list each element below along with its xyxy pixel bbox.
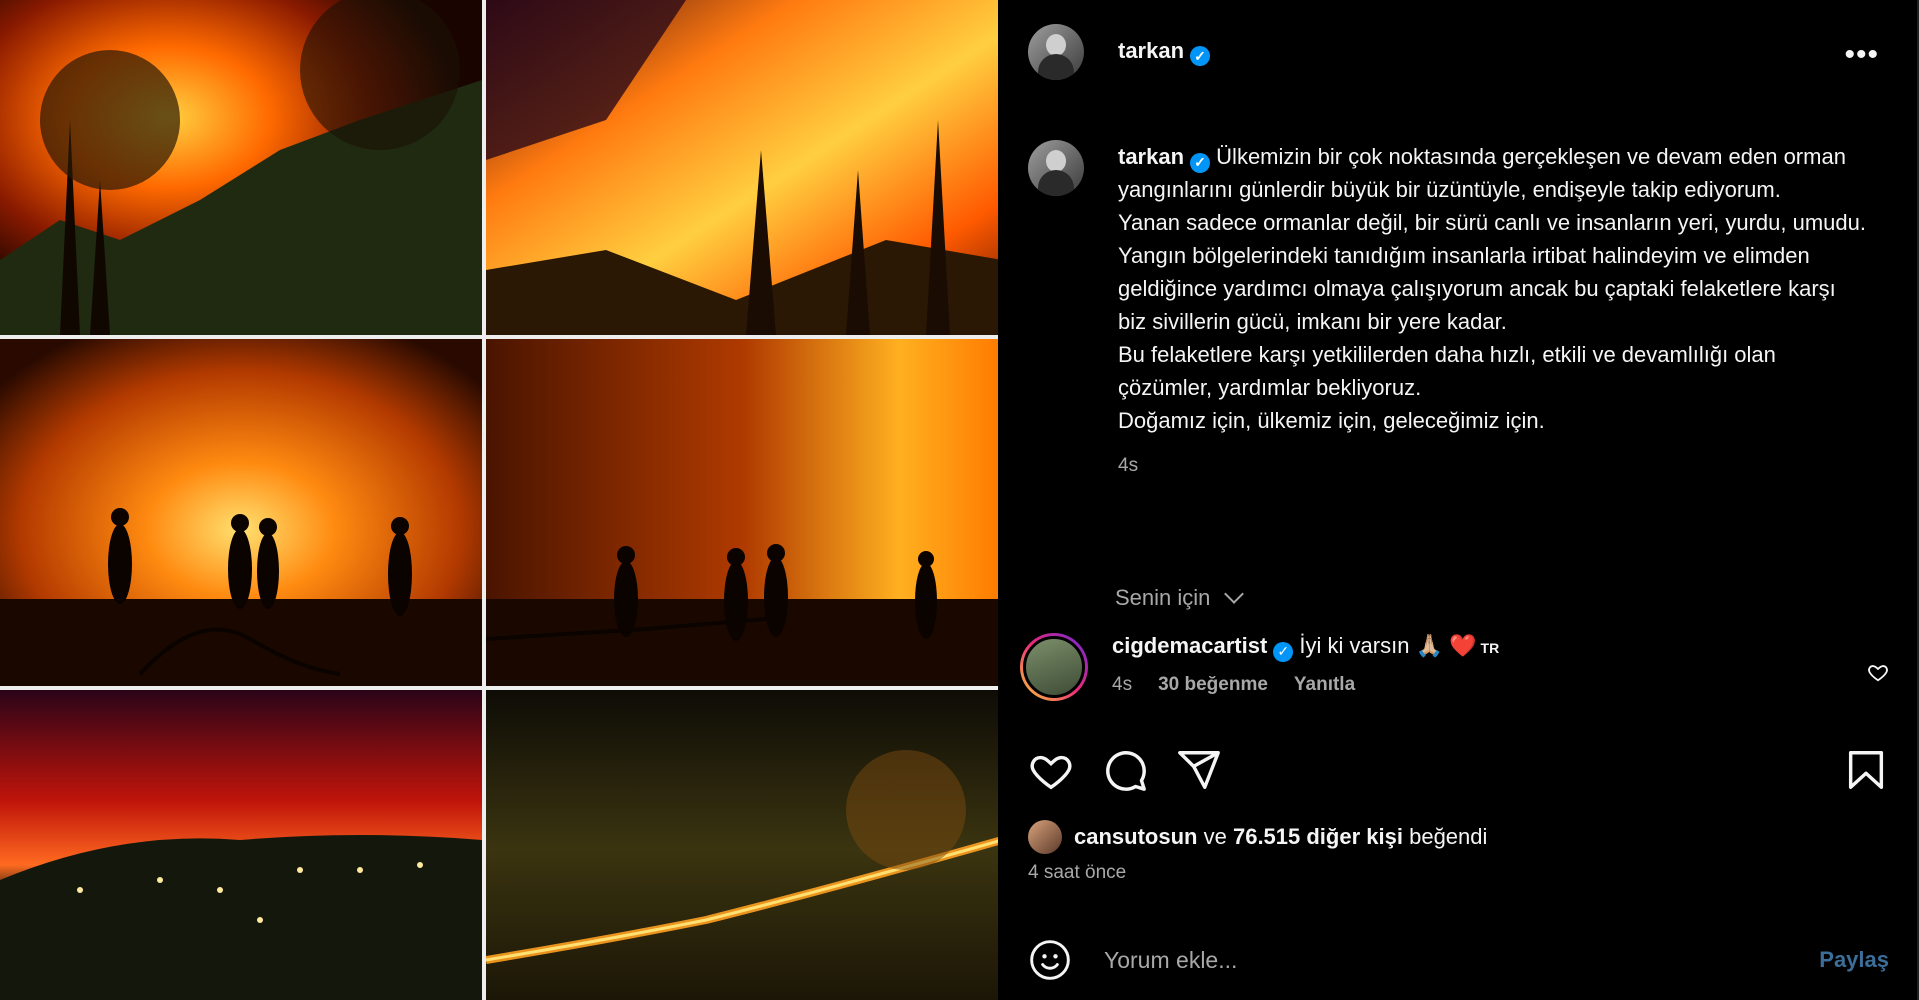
caption-author-avatar[interactable] — [1028, 140, 1084, 196]
post-caption: tarkan ✓ Ülkemizin bir çok noktasında ger… — [1028, 140, 1869, 482]
comment-time: 4s — [1112, 673, 1133, 695]
photo-firefighters-1 — [0, 339, 482, 686]
caption-line-3: Yangın bölgelerindeki tanıdığım insanlar… — [1118, 243, 1836, 334]
instagram-post-view: tarkan ✓ ••• tarkan ✓ Ülkemizin bir çok no… — [0, 0, 1919, 1000]
comment-filter-dropdown[interactable]: Senin için — [1115, 584, 1244, 611]
verified-badge-icon: ✓ — [1190, 152, 1211, 173]
caption-line-1: Ülkemizin bir çok noktasında gerçekleşen… — [1118, 144, 1846, 202]
comment-likes-count[interactable]: 30 beğenme — [1158, 674, 1268, 696]
author-avatar[interactable] — [1028, 24, 1084, 80]
flag-tr: TR — [1480, 640, 1500, 656]
photo-firefighters-2 — [486, 339, 998, 686]
comment-body: cigdemacartist ✓ İyi ki varsın 🙏🏼 ❤️ TR 4s… — [1112, 633, 1499, 707]
likes-summary: cansutosun ve 76.515 diğer kişi beğendi — [1028, 820, 1487, 854]
liker-username[interactable]: cansutosun — [1074, 824, 1197, 850]
chevron-down-icon — [1223, 584, 1244, 604]
commenter-username[interactable]: cigdemacartist — [1112, 633, 1267, 658]
post-header: tarkan ✓ ••• — [1028, 22, 1879, 82]
caption-line-5: Doğamız için, ülkemiz için, geleceğimiz … — [1118, 408, 1545, 433]
comment-filter-label: Senin için — [1115, 585, 1211, 610]
likes-count[interactable]: 76.515 diğer kişi — [1233, 824, 1403, 850]
post-details-panel: tarkan ✓ ••• tarkan ✓ Ülkemizin bir çok no… — [998, 0, 1919, 1000]
emoji-icon[interactable] — [1028, 938, 1072, 982]
more-options-button[interactable]: ••• — [1844, 38, 1879, 72]
bookmark-icon[interactable] — [1843, 747, 1889, 793]
post-action-bar — [1028, 745, 1889, 795]
share-icon[interactable] — [1176, 747, 1222, 793]
caption-line-2: Yanan sadece ormanlar değil, bir sürü ca… — [1118, 210, 1866, 235]
commenter-avatar[interactable] — [1020, 633, 1088, 701]
likes-connector: ve — [1203, 824, 1227, 849]
add-comment-bar: Paylaş — [1028, 935, 1889, 985]
comment-item: cigdemacartist ✓ İyi ki varsın 🙏🏼 ❤️ TR 4s… — [1020, 633, 1889, 707]
caption-text: tarkan ✓ Ülkemizin bir çok noktasında ger… — [1118, 140, 1869, 482]
comment-input[interactable] — [1102, 945, 1820, 975]
photo-forest-fire-2 — [486, 0, 998, 335]
comment-like-heart-icon[interactable] — [1867, 661, 1889, 683]
caption-timestamp[interactable]: 4s — [1118, 449, 1869, 482]
heart-icon[interactable] — [1028, 747, 1074, 793]
heart-emoji: ❤️ — [1449, 633, 1477, 658]
praying-hands-emoji: 🙏🏼 — [1415, 633, 1443, 658]
comment-icon[interactable] — [1102, 747, 1148, 793]
reply-button[interactable]: Yanıtla — [1294, 674, 1355, 696]
post-comment-button[interactable]: Paylaş — [1819, 947, 1889, 973]
author-username[interactable]: tarkan ✓ — [1118, 38, 1211, 67]
caption-author-username[interactable]: tarkan ✓ — [1118, 144, 1211, 173]
liker-avatar[interactable] — [1028, 820, 1062, 854]
likes-suffix: beğendi — [1409, 824, 1488, 849]
post-time-ago[interactable]: 4 saat önce — [1028, 862, 1126, 884]
photo-hillside-fire — [0, 690, 482, 1000]
verified-badge-icon: ✓ — [1190, 46, 1211, 67]
photo-forest-fire-1 — [0, 0, 482, 335]
post-media[interactable] — [0, 0, 998, 1000]
comment-text: İyi ki varsın — [1299, 633, 1410, 658]
photo-night-forest-fire — [486, 690, 998, 1000]
wildfire-photo-collage — [0, 0, 998, 1000]
verified-badge-icon: ✓ — [1273, 641, 1294, 662]
caption-line-4: Bu felaketlere karşı yetkililerden daha … — [1118, 342, 1776, 400]
